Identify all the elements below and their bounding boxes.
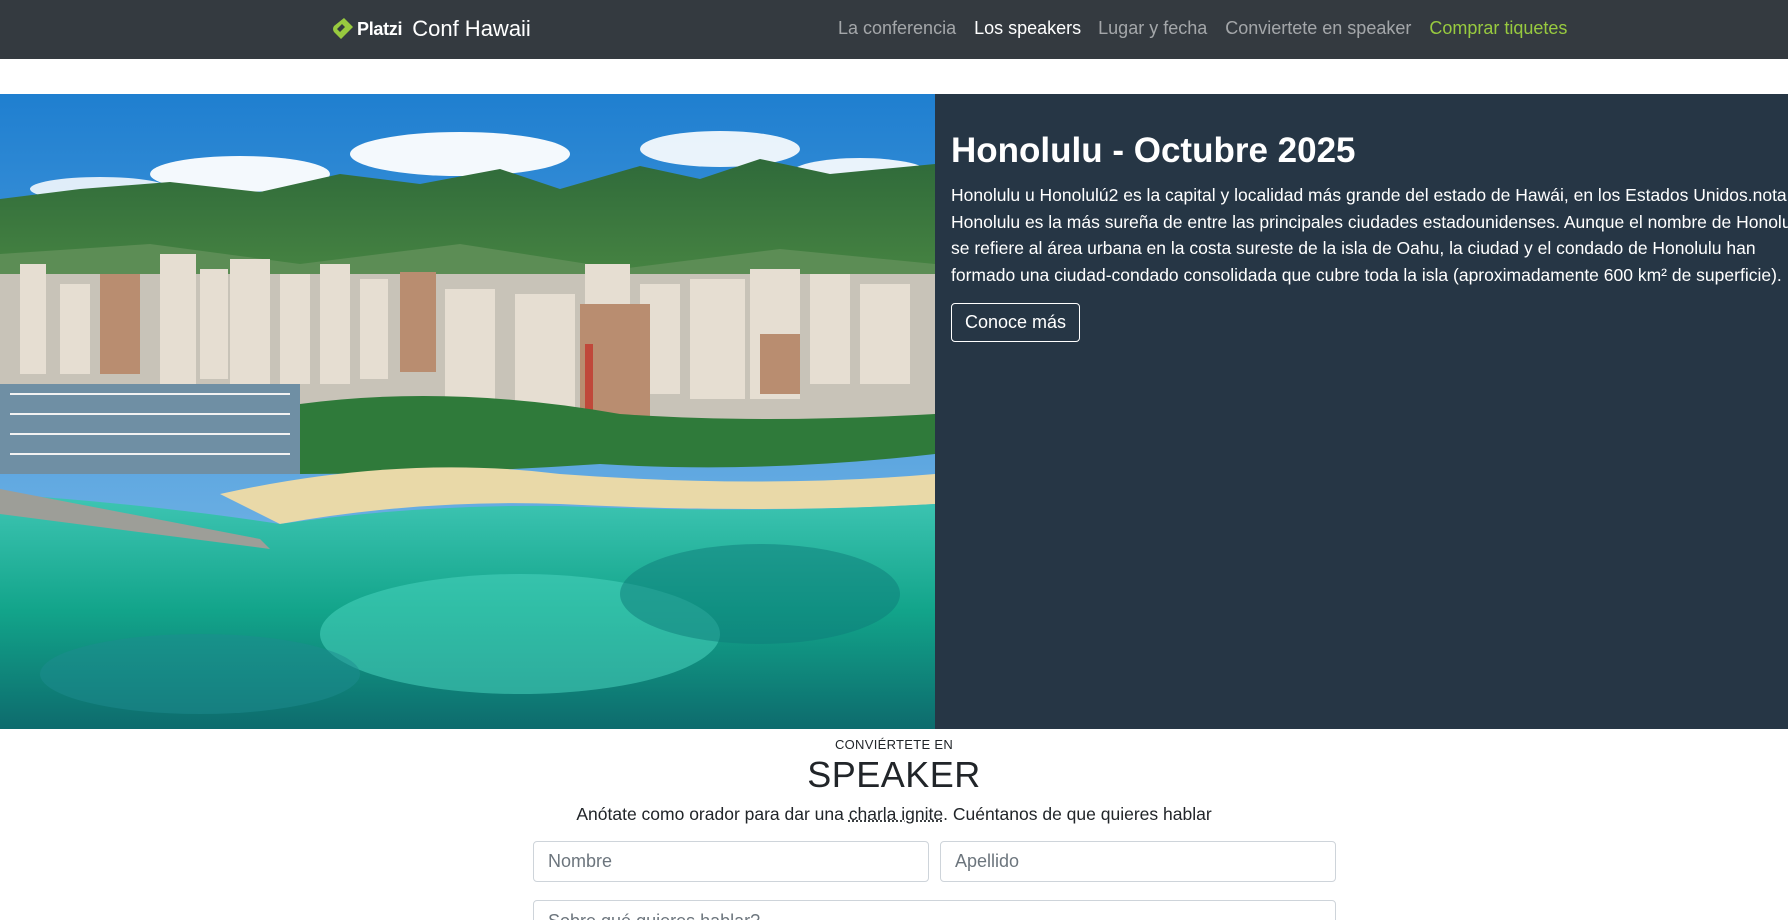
navbar: Platzi Conf Hawaii La conferencia Los sp… [0,0,1788,59]
nav-los-speakers[interactable]: Los speakers [974,18,1081,39]
main-nav: La conferencia Los speakers Lugar y fech… [838,18,1567,39]
speaker-kicker: CONVIÉRTETE EN [834,737,954,752]
speaker-lead-before: Anótate como orador para dar una [576,803,849,824]
speaker-section: CONVIÉRTETE EN SPEAKER Anótate como orad… [0,729,1788,920]
topic-textarea[interactable] [533,900,1336,920]
hero-content: Honolulu - Octubre 2025 Honolulu u Honol… [951,130,1788,342]
honolulu-aerial-image [0,94,935,729]
hero-section: Honolulu - Octubre 2025 Honolulu u Honol… [0,94,1788,729]
conoce-mas-button[interactable]: Conoce más [951,303,1081,342]
brand-name: Conf Hawaii [412,16,531,41]
platzi-logo-icon [333,16,355,42]
nav-comprar-tiquetes[interactable]: Comprar tiquetes [1429,18,1567,39]
speaker-title: SPEAKER [807,754,981,795]
nav-la-conferencia[interactable]: La conferencia [838,18,956,39]
nav-lugar-y-fecha[interactable]: Lugar y fecha [1098,18,1207,39]
last-name-input[interactable] [940,841,1336,882]
nav-conviertete-en-speaker[interactable]: Conviertete en speaker [1225,18,1411,39]
speaker-lead: Anótate como orador para dar una charla … [0,804,1788,825]
hero-title: Honolulu - Octubre 2025 [951,131,1356,170]
platzi-logo-text: Platzi [357,18,403,39]
speaker-lead-after: . Cuéntanos de que quieres hablar [943,803,1212,824]
first-name-input[interactable] [533,841,929,882]
name-row [533,841,1336,882]
topic-row [533,900,1336,920]
brand-link[interactable]: Platzi Conf Hawaii [333,14,531,44]
charla-ignite-abbr: charla ignite [848,803,944,824]
hero-description: Honolulu u Honolulú2 es la capital y loc… [951,185,1788,285]
